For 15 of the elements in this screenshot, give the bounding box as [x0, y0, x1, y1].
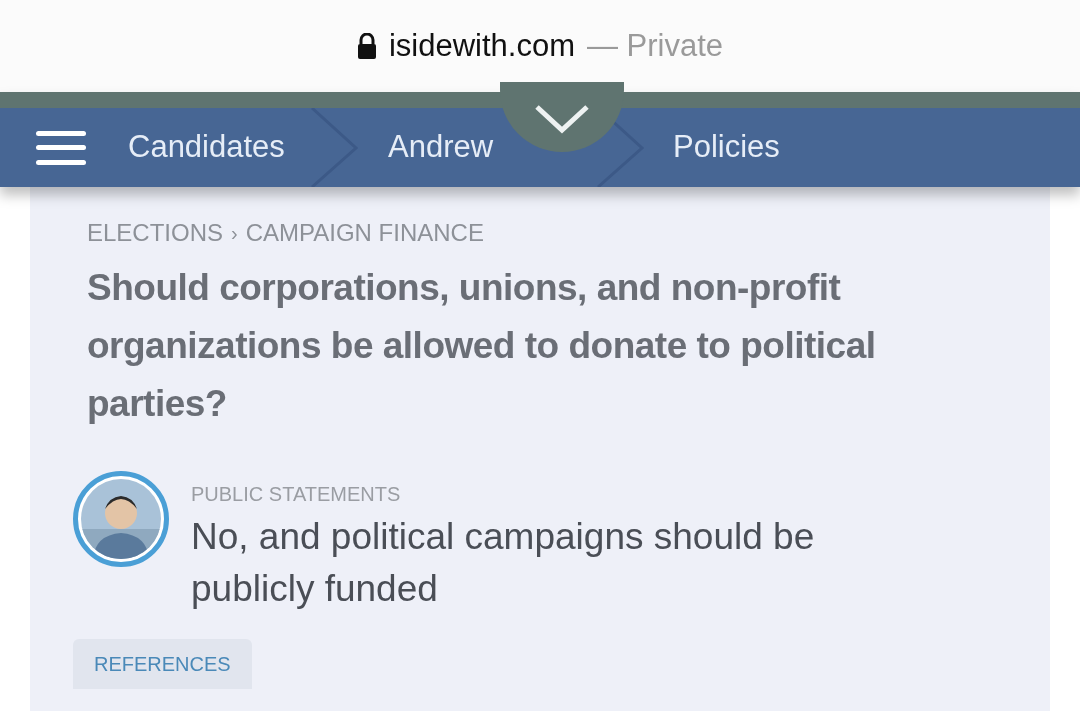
chevron-down-icon: [534, 104, 590, 134]
menu-icon[interactable]: [36, 130, 86, 165]
private-label: — Private: [586, 26, 724, 65]
breadcrumb-link[interactable]: Policies: [673, 124, 780, 171]
question-title: Should corporations, unions, and non-profit organizations be allowed to donate to political parties?: [87, 266, 877, 426]
breadcrumb-link[interactable]: CAMPAIGN FINANCE: [245, 215, 484, 251]
breadcrumb-link[interactable]: Candidates: [128, 124, 285, 171]
url-domain[interactable]: isidewith.com: [388, 22, 575, 70]
references-tab[interactable]: REFERENCES: [73, 639, 252, 689]
breadcrumb-link[interactable]: Andrew: [388, 124, 494, 171]
statement-text: No, and political campaigns should be publicly funded: [191, 515, 816, 611]
breadcrumb-link[interactable]: ELECTIONS: [87, 215, 224, 251]
section-label: PUBLIC STATEMENTS: [191, 482, 402, 507]
breadcrumb-separator: ›: [231, 221, 238, 246]
lock-icon: [356, 33, 377, 59]
